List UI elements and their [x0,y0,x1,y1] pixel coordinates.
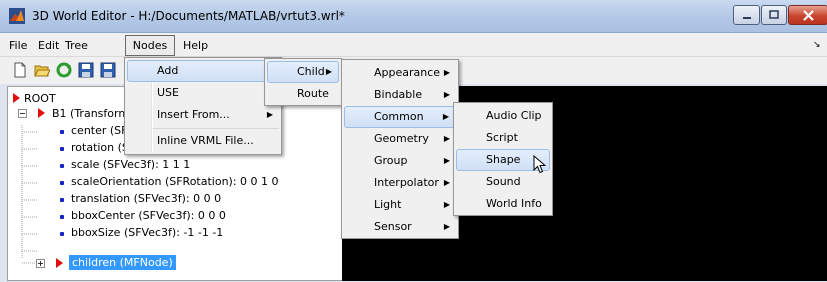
submenu-arrow-icon: ▶ [443,156,450,165]
root-arrow-icon [13,93,20,103]
menu-edit[interactable]: Edit [38,38,59,54]
tree-field[interactable]: scaleOrientation (SFRotation): 0 0 1 0 [71,175,279,188]
tree-node-b1[interactable]: B1 (Transform [52,107,129,120]
open-icon[interactable] [34,62,50,78]
menu-item-audio-clip[interactable]: Audio Clip [456,105,550,127]
add-submenu: Child ▶ Route [264,58,342,106]
field-dot-icon [60,130,64,134]
menu-item-interpolator[interactable]: Interpolator ▶ [344,172,456,194]
mouse-cursor-icon [533,155,547,174]
save-as-icon[interactable] [100,62,116,78]
collapse-icon[interactable] [18,109,27,118]
matlab-logo-icon [9,8,25,24]
refresh-icon[interactable] [56,62,72,78]
menu-item-insert-from[interactable]: Insert From... ▶ [127,104,279,126]
menu-item-label: Sensor [374,220,412,233]
field-dot-icon [60,215,64,219]
menu-item-label: USE [157,86,179,99]
menu-item-label: Add [157,64,179,77]
menu-item-label: Inline VRML File... [157,134,254,147]
submenu-arrow-icon: ▶ [443,200,450,209]
expand-icon[interactable] [36,259,45,268]
nodes-menu: Add ▶ USE Insert From... ▶ Inline VRML F… [124,57,282,155]
submenu-arrow-icon: ▶ [442,112,449,121]
field-dot-icon [60,198,64,202]
close-icon [802,9,814,21]
close-button[interactable] [788,5,827,25]
menu-item-bindable[interactable]: Bindable ▶ [344,84,456,106]
menu-item-sensor[interactable]: Sensor ▶ [344,216,456,238]
new-icon[interactable] [12,62,28,78]
menu-item-world-info[interactable]: World Info [456,193,550,215]
tree-field[interactable]: translation (SFVec3f): 0 0 0 [71,192,221,205]
submenu-arrow-icon: ▶ [443,178,450,187]
tree-field[interactable]: bboxCenter (SFVec3f): 0 0 0 [71,209,226,222]
menu-item-label: Shape [486,153,521,166]
menu-nodes[interactable]: Nodes [125,35,175,56]
menu-item-geometry[interactable]: Geometry ▶ [344,128,456,150]
maximize-icon [769,10,779,19]
menu-item-label: Bindable [374,88,423,101]
menu-item-script[interactable]: Script [456,127,550,149]
menu-item-label: Audio Clip [486,109,542,122]
menu-item-label: World Info [486,197,542,210]
menu-item-label: Route [297,87,329,100]
submenu-arrow-icon: ▶ [266,110,273,119]
tree-field[interactable]: bboxSize (SFVec3f): -1 -1 -1 [71,226,223,239]
tree-field[interactable]: center (SF [71,124,128,137]
menu-item-label: Insert From... [157,108,230,121]
menubar-dock-arrow-icon[interactable]: ↘ [813,40,821,50]
menu-item-label: Sound [486,175,521,188]
menu-item-label: Appearance [374,66,441,79]
menu-help[interactable]: Help [183,38,208,54]
field-dot-icon [60,181,64,185]
menu-item-add[interactable]: Add ▶ [127,60,279,82]
menu-item-use[interactable]: USE [127,82,279,104]
minimize-icon [742,17,751,19]
menu-item-label: Common [374,110,424,123]
menu-item-label: Child [297,65,325,78]
field-dot-icon [60,232,64,236]
node-arrow-icon [38,108,45,118]
menu-item-label: Light [374,198,402,211]
maximize-button[interactable] [761,5,787,25]
menu-separator [153,128,279,129]
tree-node-root[interactable]: ROOT [24,92,56,105]
field-dot-icon [60,147,64,151]
menu-item-inline-vrml[interactable]: Inline VRML File... [127,130,279,152]
save-icon[interactable] [78,62,94,78]
menu-item-label: Script [486,131,518,144]
menu-item-label: Geometry [374,132,429,145]
submenu-arrow-icon: ▶ [443,134,450,143]
minimize-button[interactable] [733,5,760,25]
menu-item-route[interactable]: Route [267,83,339,105]
submenu-arrow-icon: ▶ [443,68,450,77]
menu-tree[interactable]: Tree [65,38,88,54]
window-title: 3D World Editor - H:/Documents/MATLAB/vr… [32,9,345,23]
menu-item-group[interactable]: Group ▶ [344,150,456,172]
menu-item-label: Group [374,154,408,167]
field-dot-icon [60,164,64,168]
tree-field[interactable]: scale (SFVec3f): 1 1 1 [71,158,190,171]
menu-item-common[interactable]: Common ▶ [344,106,456,128]
child-submenu: Appearance ▶ Bindable ▶ Common ▶ Geometr… [341,59,459,239]
submenu-arrow-icon: ▶ [443,222,450,231]
submenu-arrow-icon: ▶ [325,67,332,76]
menu-item-appearance[interactable]: Appearance ▶ [344,62,456,84]
node-arrow-icon [56,258,63,268]
menu-item-light[interactable]: Light ▶ [344,194,456,216]
menu-item-label: Interpolator [374,176,439,189]
submenu-arrow-icon: ▶ [443,90,450,99]
menu-item-child[interactable]: Child ▶ [267,61,339,83]
tree-node-children-selected[interactable]: children (MFNode) [69,255,176,270]
menu-file[interactable]: File [9,38,27,54]
